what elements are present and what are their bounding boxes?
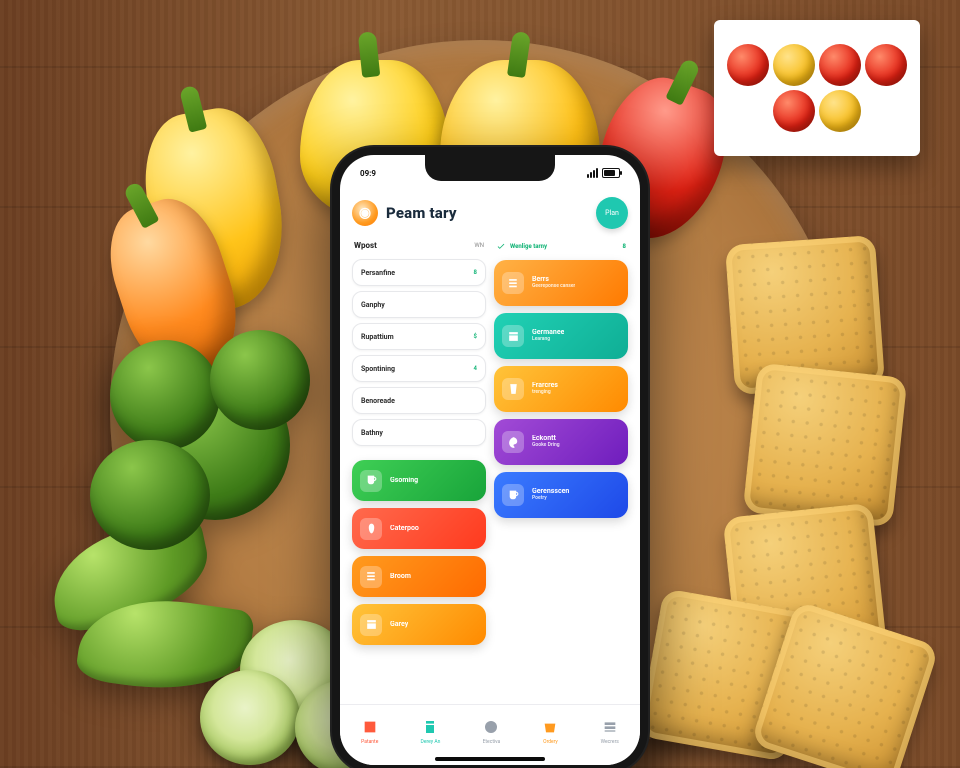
app-header: ◉ Peam tary Plan — [352, 195, 628, 239]
list-item[interactable]: Rupattium $ — [352, 323, 486, 350]
tile-label: Gsoming — [390, 477, 418, 485]
tab-item[interactable]: Wecrers — [601, 719, 619, 745]
header-action-label: Plan — [605, 209, 619, 217]
tile-icon — [502, 325, 524, 347]
tile-label: GerensscenPoetry — [532, 488, 569, 501]
left-header-title: Wpost — [354, 241, 377, 250]
tab-item[interactable]: Ordery — [542, 719, 558, 745]
left-header: Wpost WN — [352, 239, 486, 252]
app-content: ◉ Peam tary Plan Wpost WN Persanfine 8 Gan… — [340, 155, 640, 765]
tab-bar: Patante Derey An Etectiva Ordery Wecrers — [340, 704, 640, 765]
right-header-label: Wenlige tarny — [510, 243, 619, 250]
right-column: Wenlige tarny 8 BerrsGeereponse canserGe… — [494, 239, 628, 711]
right-header: Wenlige tarny 8 — [494, 239, 628, 253]
category-tile[interactable]: GermaneeLearang — [494, 313, 628, 359]
category-tile[interactable]: Garey — [352, 604, 486, 645]
app-title: Peam tary — [386, 204, 457, 222]
category-tile[interactable]: EckonttGooke Dring — [494, 419, 628, 465]
list-item-label: Ganphy — [361, 301, 385, 309]
tab-icon — [602, 719, 618, 737]
brand-icon: ◉ — [352, 200, 378, 226]
tile-icon — [360, 614, 382, 636]
list-item-label: Persanfine — [361, 269, 395, 277]
category-tile[interactable]: Gsoming — [352, 460, 486, 501]
greens-cluster — [60, 300, 360, 660]
tile-label: BerrsGeereponse canser — [532, 276, 575, 289]
phone-screen: 09:9 ◉ Peam tary Plan Wpost — [340, 155, 640, 765]
tab-icon — [422, 719, 438, 737]
list-item-label: Bathny — [361, 429, 383, 437]
list-item-label: Spontining — [361, 365, 395, 373]
tile-sublabel: Geereponse canser — [532, 284, 575, 290]
tab-label: Derey An — [421, 739, 441, 745]
tile-label: EckonttGooke Dring — [532, 435, 560, 448]
category-tile[interactable]: Caterpoo — [352, 508, 486, 549]
list-item-value: $ — [474, 333, 477, 340]
left-header-subtitle: WN — [474, 242, 484, 249]
tile-icon — [502, 272, 524, 294]
tab-icon — [362, 719, 378, 737]
tab-icon — [542, 719, 558, 737]
list-item[interactable]: Spontining 4 — [352, 355, 486, 382]
tile-label: Frarcrestrenging — [532, 382, 558, 395]
list-item-value: 8 — [474, 269, 477, 276]
tile-label: Garey — [390, 621, 408, 629]
list-item[interactable]: Bathny — [352, 419, 486, 446]
tile-icon — [502, 431, 524, 453]
list-item-value: 4 — [474, 365, 477, 372]
tile-sublabel: Gooke Dring — [532, 443, 560, 449]
tile-sublabel: Learang — [532, 337, 564, 343]
tab-item[interactable]: Etectiva — [483, 719, 501, 745]
list-item[interactable]: Ganphy — [352, 291, 486, 318]
category-tile[interactable]: GerensscenPoetry — [494, 472, 628, 518]
tile-icon — [360, 566, 382, 588]
tile-icon — [360, 518, 382, 540]
tab-label: Wecrers — [601, 739, 619, 745]
tile-icon — [502, 484, 524, 506]
notch-icon — [425, 155, 555, 181]
category-tile[interactable]: Frarcrestrenging — [494, 366, 628, 412]
check-icon — [496, 241, 506, 251]
phone-frame: 09:9 ◉ Peam tary Plan Wpost — [330, 145, 650, 768]
tab-icon — [483, 719, 499, 737]
tile-label: GermaneeLearang — [532, 329, 564, 342]
tile-sublabel: trenging — [532, 390, 558, 396]
list-item[interactable]: Persanfine 8 — [352, 259, 486, 286]
list-item-label: Rupattium — [361, 333, 394, 341]
category-tile[interactable]: Broom — [352, 556, 486, 597]
list-item[interactable]: Benoreade — [352, 387, 486, 414]
tile-icon — [502, 378, 524, 400]
tile-label: Broom — [390, 573, 411, 581]
tab-label: Patante — [361, 739, 378, 745]
left-column: Wpost WN Persanfine 8 Ganphy Rupattium $ Spon… — [352, 239, 486, 711]
tab-item[interactable]: Derey An — [421, 719, 441, 745]
right-header-value: 8 — [623, 243, 626, 250]
tab-label: Ordery — [543, 739, 558, 745]
tab-label: Etectiva — [483, 739, 501, 745]
tile-label: Caterpoo — [390, 525, 419, 533]
tab-item[interactable]: Patante — [361, 719, 378, 745]
tomato-bowl — [714, 20, 920, 156]
home-indicator-icon — [435, 757, 545, 761]
header-action-button[interactable]: Plan — [596, 197, 628, 229]
category-tile[interactable]: BerrsGeereponse canser — [494, 260, 628, 306]
list-item-label: Benoreade — [361, 397, 395, 405]
brand: ◉ Peam tary — [352, 200, 457, 226]
tile-icon — [360, 470, 382, 492]
tile-sublabel: Poetry — [532, 496, 569, 502]
